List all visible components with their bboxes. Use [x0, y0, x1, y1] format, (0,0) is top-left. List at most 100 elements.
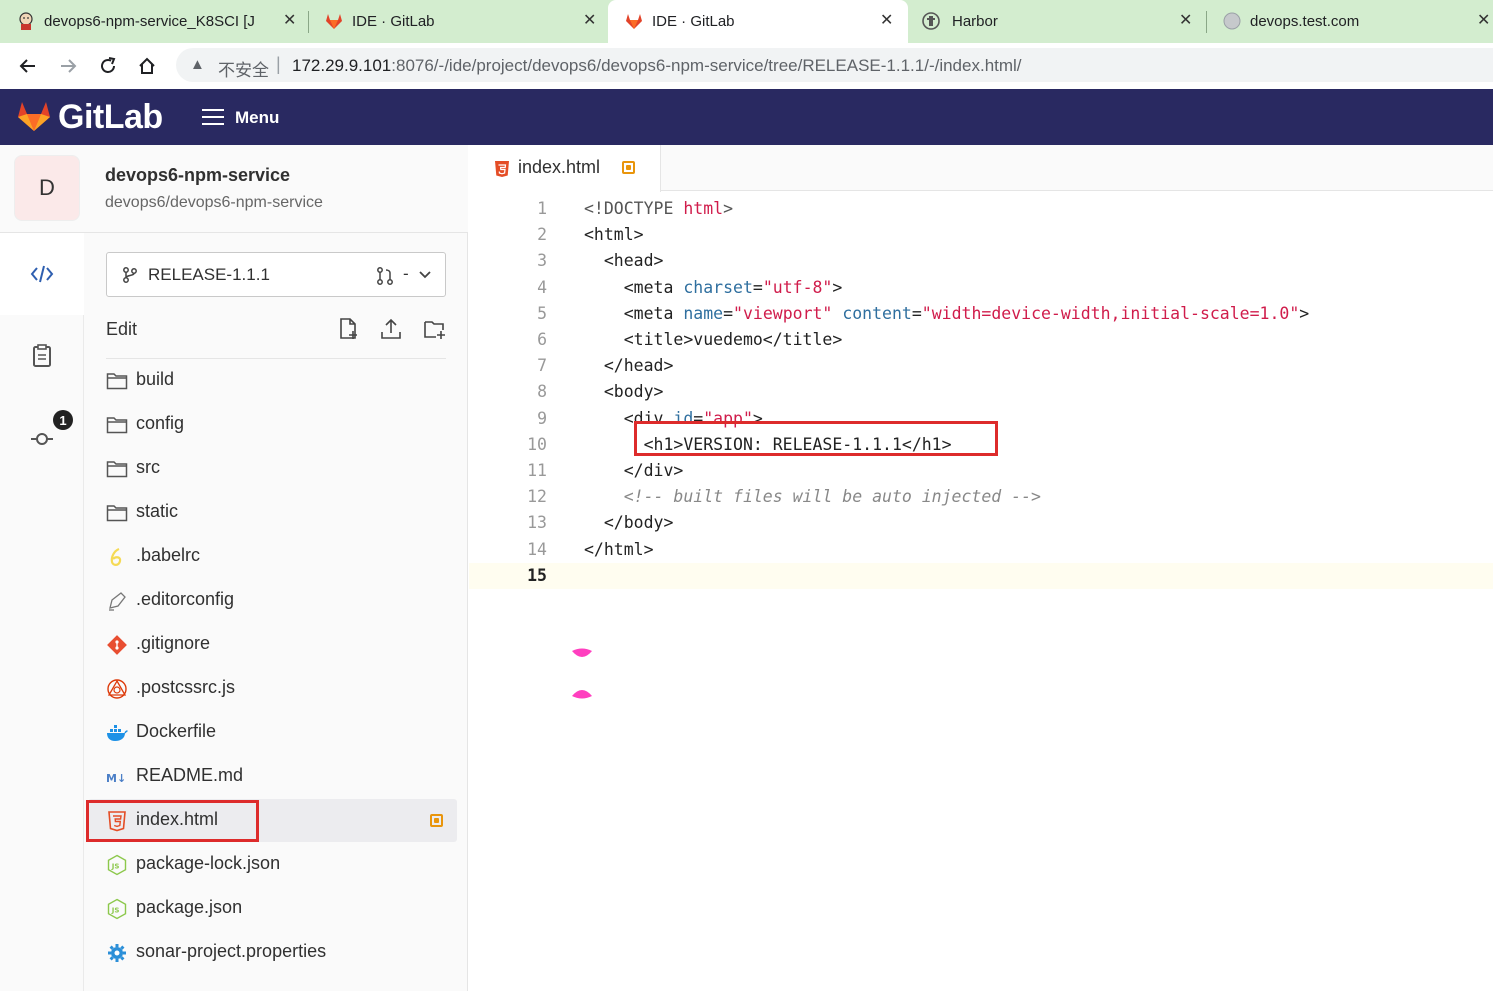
new-file-icon[interactable] [336, 317, 360, 341]
line-number: 12 [527, 487, 547, 507]
pink-marker-icon [572, 648, 592, 657]
close-icon[interactable]: ✕ [583, 10, 596, 30]
rail-review-mode[interactable] [0, 335, 84, 375]
code-line[interactable]: 7 </head> [469, 353, 1493, 379]
url-text[interactable]: 172.29.9.101:8076/-/ide/project/devops6/… [292, 56, 1022, 76]
code-line[interactable]: 13 </body> [469, 510, 1493, 536]
close-icon[interactable]: ✕ [1477, 10, 1490, 30]
code-token: > [723, 199, 734, 218]
close-icon[interactable]: ✕ [1179, 10, 1192, 30]
gitlab-icon [326, 14, 342, 29]
modified-indicator-icon [430, 814, 443, 827]
code-line[interactable]: 14 </html> [469, 537, 1493, 563]
rail-edit-mode[interactable] [0, 233, 84, 315]
file-name: static [136, 501, 179, 521]
line-number: 1 [537, 199, 547, 218]
svg-text:M↓: M↓ [106, 772, 126, 785]
file-name: Dockerfile [136, 721, 217, 741]
security-status[interactable]: 不安全 [218, 56, 269, 81]
close-icon[interactable]: ✕ [880, 10, 893, 30]
file-name: package-lock.json [136, 853, 281, 873]
project-path[interactable]: devops6/devops6-npm-service [105, 194, 323, 212]
code-line[interactable]: 1 <!DOCTYPE html> [469, 196, 1493, 222]
line-source: </head> [584, 353, 674, 379]
code-line[interactable]: 2 <html> [469, 222, 1493, 248]
svg-text:JS: JS [111, 863, 120, 871]
file-tree-item[interactable]: JS package.json [88, 887, 457, 930]
code-token: name [683, 303, 724, 323]
browser-tab-devops-test[interactable]: devops.test.com ✕ [1206, 0, 1493, 43]
file-tree-item[interactable]: build [88, 359, 457, 402]
file-tree-item[interactable]: sonar-project.properties [88, 931, 457, 974]
tab-title: IDE · GitLab [652, 13, 735, 30]
code-token: = [752, 277, 763, 297]
edit-label: Edit [106, 319, 138, 339]
code-editor: index.html 1 <!DOCTYPE html> 2 <html> 3 <hea… [469, 145, 1493, 991]
back-button[interactable] [14, 52, 42, 80]
line-number: 9 [537, 408, 547, 428]
reload-button[interactable] [94, 52, 122, 80]
file-name: .gitignore [136, 633, 211, 653]
line-number: 2 [537, 225, 547, 245]
browser-toolbar: ▲ 不安全 | 172.29.9.101:8076/-/ide/project/… [0, 43, 1493, 89]
code-line[interactable]: 4 <meta charset="utf-8"> [469, 275, 1493, 301]
file-tree-item[interactable]: config [88, 403, 457, 446]
code-token: </div> [584, 461, 684, 480]
forward-button[interactable] [54, 52, 82, 80]
code-line[interactable]: 8 <body> [469, 379, 1493, 405]
editor-tab-index-html[interactable]: index.html [469, 145, 661, 192]
home-button[interactable] [133, 52, 161, 80]
code-line[interactable]: 15 [469, 562, 1493, 589]
editor-tab-bar: index.html [469, 145, 1493, 192]
project-avatar[interactable]: D [14, 155, 80, 221]
file-tree-item[interactable]: .editorconfig [88, 579, 457, 622]
project-name[interactable]: devops6-npm-service [105, 165, 290, 186]
code-line[interactable]: 5 <meta name="viewport" content="width=d… [469, 301, 1493, 327]
file-tree-item[interactable]: .gitignore [88, 623, 457, 666]
code-line[interactable]: 6 <title>vuedemo</title> [469, 327, 1493, 353]
line-number: 4 [537, 277, 547, 297]
file-tree-item[interactable]: .postcssrc.js [88, 667, 457, 710]
code-token: charset [683, 277, 753, 297]
commit-count-badge: 1 [53, 410, 73, 430]
arrow-right-icon [61, 59, 77, 73]
browser-tab-jenkins[interactable]: devops6-npm-service_K8SCI [J ✕ [0, 0, 305, 43]
code-line[interactable]: 3 <head> [469, 248, 1493, 274]
gitlab-logo-icon[interactable] [16, 98, 52, 134]
browser-tab-gitlab-ide-active[interactable]: IDE · GitLab ✕ [608, 0, 908, 43]
code-token: "viewport" [733, 303, 833, 323]
file-tree-panel: RELEASE-1.1.1 - Edit build config src stati… [84, 233, 468, 991]
tab-title: IDE · GitLab [352, 13, 435, 30]
branch-selector[interactable]: RELEASE-1.1.1 - [106, 252, 446, 297]
file-tree-item[interactable]: M↓ README.md [88, 755, 457, 798]
file-tree-item[interactable]: src [88, 447, 457, 490]
line-source: <body> [584, 379, 664, 405]
upload-icon[interactable] [379, 317, 403, 341]
code-line[interactable]: 11 </div> [469, 458, 1493, 484]
browser-tab-harbor[interactable]: Harbor ✕ [908, 0, 1205, 43]
rail-commit-mode[interactable]: 1 [0, 410, 84, 459]
tab-title: Harbor [952, 13, 998, 30]
code-line[interactable]: 12 <!-- built files will be auto injecte… [469, 484, 1493, 510]
line-number: 5 [537, 303, 547, 323]
highlight-box [634, 421, 998, 456]
close-icon[interactable]: ✕ [283, 10, 296, 30]
tab-title: devops.test.com [1250, 13, 1360, 30]
address-bar[interactable]: ▲ 不安全 | 172.29.9.101:8076/-/ide/project/… [176, 48, 1493, 82]
file-name: sonar-project.properties [136, 941, 327, 961]
file-tree-item[interactable]: static [88, 491, 457, 534]
code-token: = [911, 303, 922, 323]
gitlab-brand[interactable]: GitLab [58, 98, 163, 137]
browser-tab-gitlab-ide[interactable]: IDE · GitLab ✕ [308, 0, 608, 43]
file-tree-item[interactable]: Dockerfile [88, 711, 457, 754]
line-number: 15 [527, 565, 547, 585]
line-number: 13 [527, 513, 547, 533]
warning-icon[interactable]: ▲ [190, 56, 205, 73]
new-folder-icon[interactable] [423, 317, 447, 341]
line-number: 6 [537, 330, 547, 349]
menu-button[interactable]: Menu [235, 108, 279, 128]
hamburger-icon[interactable] [202, 108, 224, 126]
file-tree-item[interactable]: .babelrc [88, 535, 457, 578]
file-tree-item[interactable]: JS package-lock.json [88, 843, 457, 886]
